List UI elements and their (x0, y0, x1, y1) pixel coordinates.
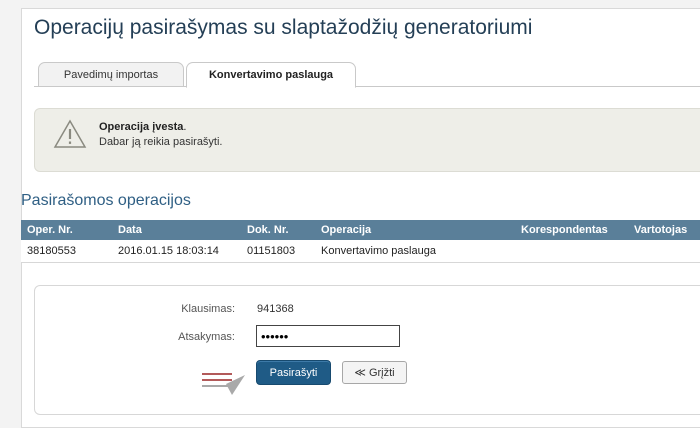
tab-payment-import[interactable]: Pavedimų importas (38, 62, 184, 87)
cell-doc-nr: 01151803 (247, 245, 296, 257)
question-value: 941368 (257, 303, 294, 315)
cell-operation: Konvertavimo paslauga (321, 245, 436, 257)
alert-box: Operacija įvesta. Dabar ją reikia pasira… (34, 108, 700, 172)
question-label: Klausimas: (181, 303, 235, 315)
warning-icon (53, 119, 87, 148)
answer-input[interactable] (256, 325, 400, 347)
alert-message: Dabar ją reikia pasirašyti. (99, 136, 223, 148)
column-header[interactable]: Vartotojas (634, 220, 687, 240)
table-row[interactable]: 38180553 2016.01.15 18:03:14 01151803 Ko… (21, 240, 700, 263)
signing-form (34, 285, 700, 415)
column-header[interactable]: Korespondentas (521, 220, 608, 240)
column-header[interactable]: Operacija (321, 220, 371, 240)
section-title: Pasirašomos operacijos (21, 192, 191, 209)
back-button[interactable]: ≪ Grįžti (342, 361, 407, 384)
column-header[interactable]: Oper. Nr. (27, 220, 73, 240)
column-header[interactable]: Dok. Nr. (247, 220, 289, 240)
table-header: Oper. Nr. Data Dok. Nr. Operacija Koresp… (21, 220, 700, 240)
cell-oper-nr: 38180553 (27, 245, 76, 257)
column-header[interactable]: Data (118, 220, 142, 240)
tab-conversion-service[interactable]: Konvertavimo paslauga (186, 62, 356, 88)
answer-label: Atsakymas: (178, 331, 235, 343)
arrow-right-icon (202, 373, 245, 395)
cell-date: 2016.01.15 18:03:14 (118, 245, 219, 257)
operations-table: Oper. Nr. Data Dok. Nr. Operacija Koresp… (21, 220, 700, 263)
sign-button[interactable]: Pasirašyti (256, 360, 331, 385)
alert-title-suffix: . (183, 121, 187, 133)
alert-title: Operacija įvesta. (99, 121, 187, 133)
page-title: Operacijų pasirašymas su slaptažodžių ge… (34, 16, 533, 39)
